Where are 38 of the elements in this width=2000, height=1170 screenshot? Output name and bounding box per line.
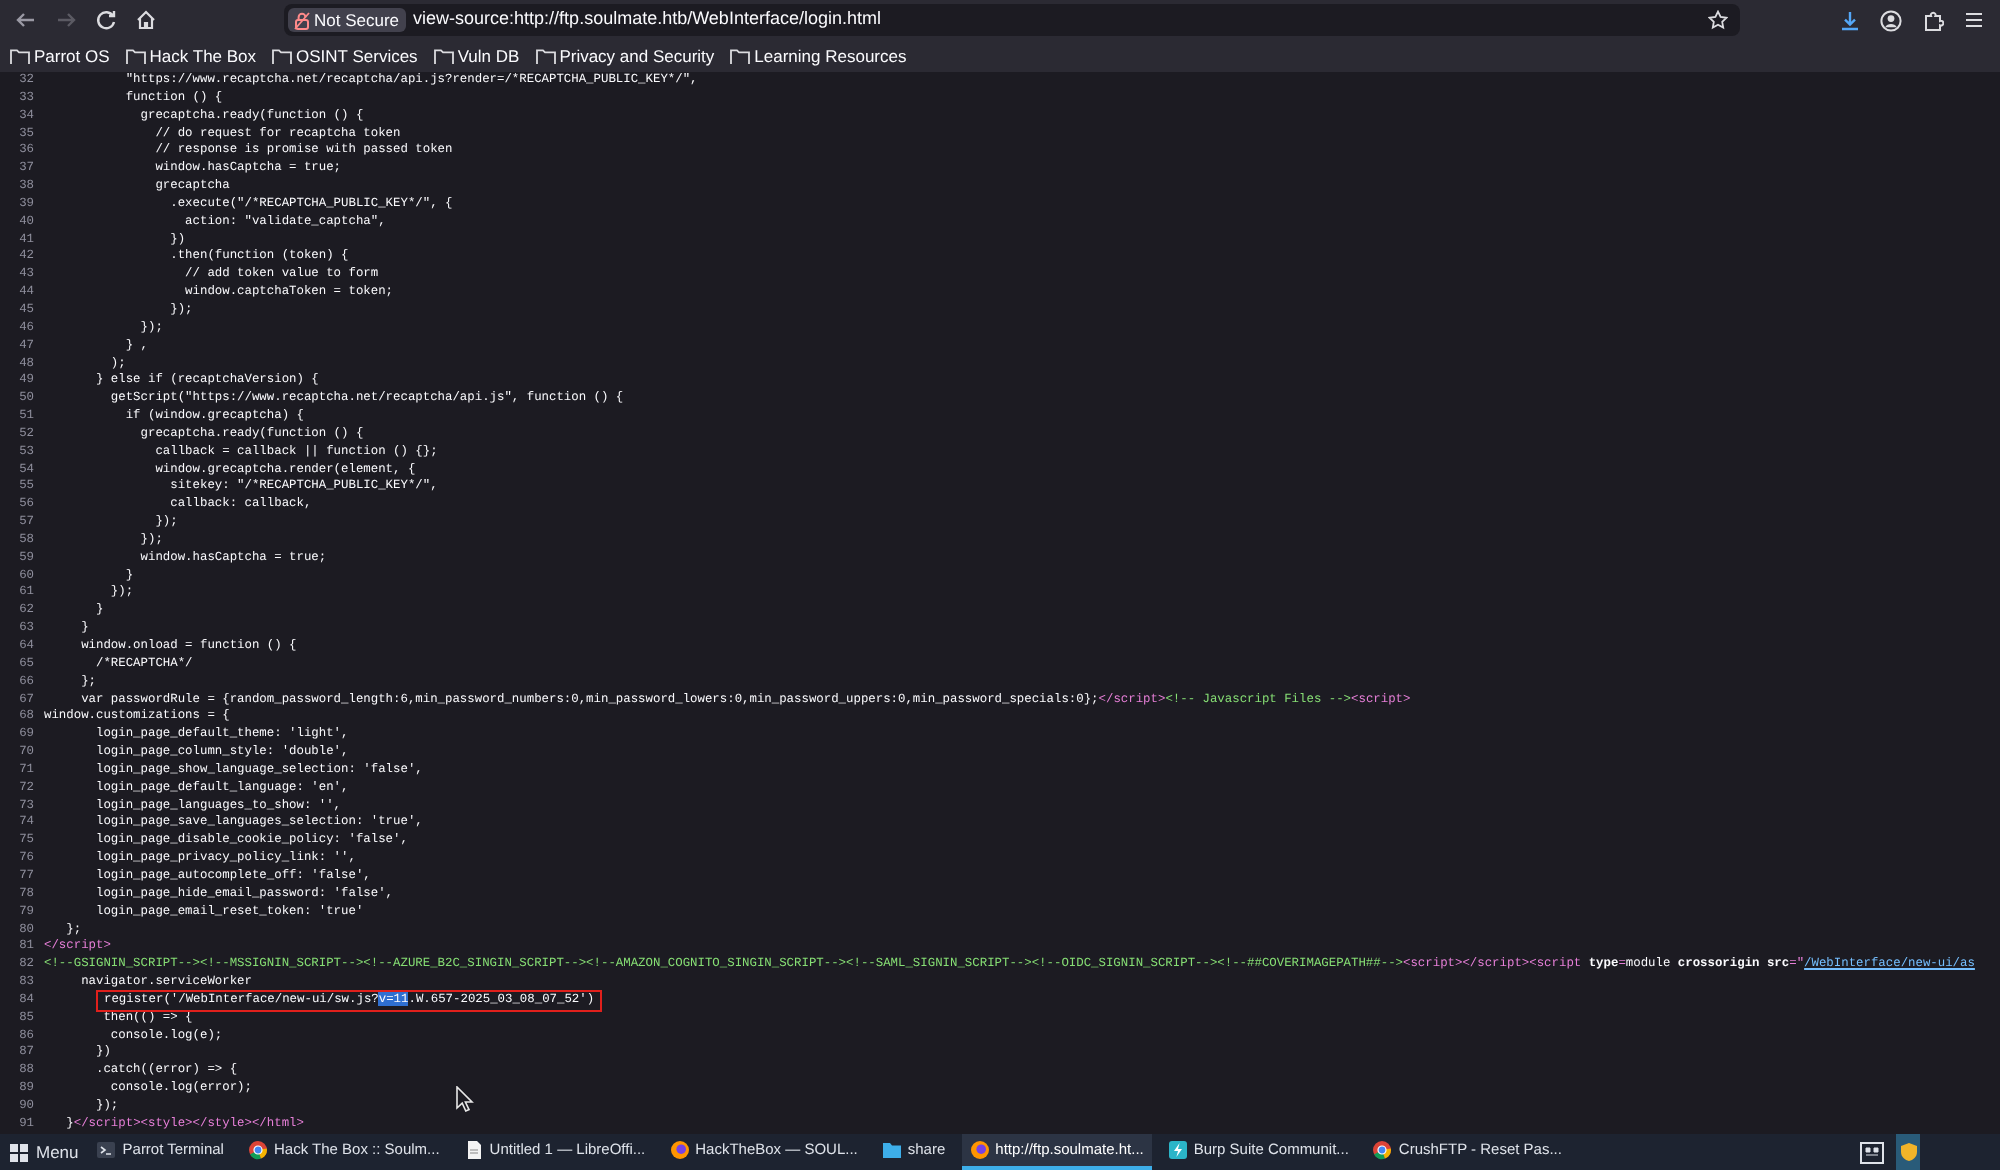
account-icon[interactable] <box>1880 9 1902 31</box>
home-icon[interactable] <box>134 8 158 32</box>
folder-icon <box>125 48 146 64</box>
menu-icon[interactable] <box>1964 10 1984 30</box>
url-text: view-source:http://ftp.soulmate.htb/WebInterface/login.html <box>413 6 881 33</box>
browser-ball-icon <box>247 1140 268 1160</box>
bookmark-folder[interactable]: Privacy and Security <box>535 43 715 69</box>
document-icon <box>463 1140 484 1160</box>
address-bar[interactable]: Not Secure view-source:http://ftp.soulmate.htb/WebInterface/login.html <box>284 4 1740 36</box>
bookmark-folder[interactable]: OSINT Services <box>272 43 418 69</box>
bookmark-folder[interactable]: Hack The Box <box>125 43 257 69</box>
folder-icon <box>10 48 30 64</box>
fox-globe-icon <box>669 1140 690 1160</box>
folder-icon <box>272 48 293 64</box>
extensions-icon[interactable] <box>1922 9 1944 31</box>
folder-icon <box>730 48 751 64</box>
terminal-icon <box>96 1140 117 1160</box>
back-icon[interactable] <box>14 8 38 32</box>
bookmark-folder[interactable]: Vuln DB <box>433 43 520 69</box>
tray-grid-icon[interactable] <box>1860 1141 1884 1163</box>
broken-lock-icon <box>294 11 310 29</box>
folder-icon <box>535 48 556 64</box>
fox-globe-icon <box>969 1140 990 1160</box>
tray-app-button[interactable] <box>1896 1134 1920 1170</box>
menu-button[interactable]: Menu <box>0 1134 89 1170</box>
download-icon[interactable] <box>1840 9 1860 31</box>
security-badge[interactable]: Not Secure <box>288 8 406 32</box>
shield-icon <box>1899 1142 1917 1162</box>
grid-icon <box>10 1143 28 1161</box>
folder-icon <box>433 48 454 64</box>
folder-icon <box>881 1140 902 1160</box>
bookmark-star-icon[interactable] <box>1708 10 1728 30</box>
reload-icon[interactable] <box>94 8 118 32</box>
bolt-icon <box>1167 1140 1188 1160</box>
bookmark-folder[interactable]: Learning Resources <box>730 43 907 69</box>
bookmark-folder[interactable]: Parrot OS <box>10 43 110 69</box>
mouse-cursor-icon <box>456 1086 474 1112</box>
browser-ball-icon <box>1372 1140 1393 1160</box>
